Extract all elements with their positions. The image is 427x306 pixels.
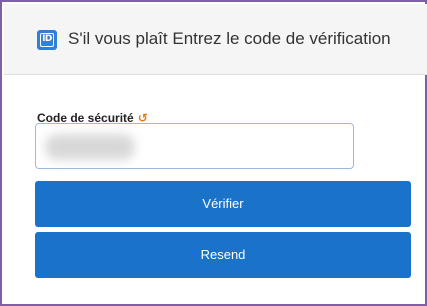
security-code-input[interactable] (35, 123, 354, 169)
id-card-icon: ID (37, 30, 57, 50)
page-title: S'il vous plaît Entrez le code de vérifi… (68, 29, 391, 48)
id-icon-text: ID (40, 33, 54, 47)
panel-header: ID S'il vous plaît Entrez le code de vér… (4, 4, 427, 75)
resend-button[interactable]: Resend (35, 232, 411, 278)
verify-button[interactable]: Vérifier (35, 181, 411, 227)
